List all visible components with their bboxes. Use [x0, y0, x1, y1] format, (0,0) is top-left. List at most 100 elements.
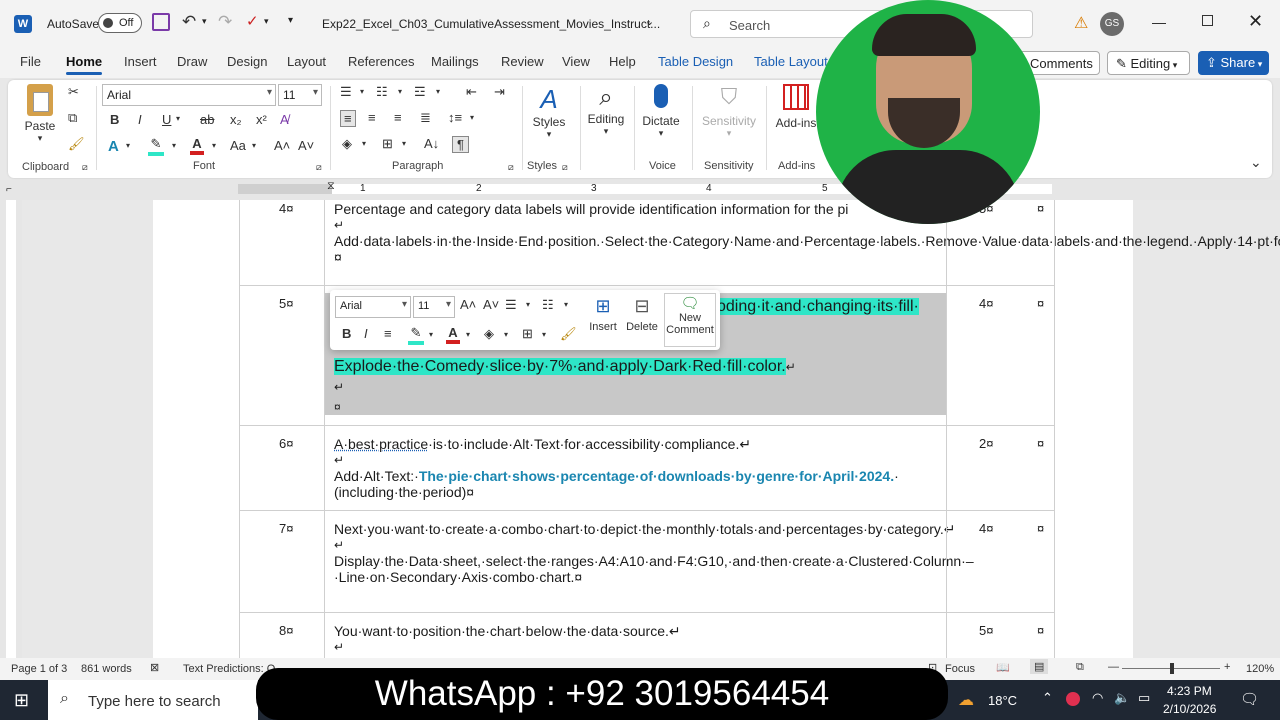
- autosave-toggle[interactable]: Off: [98, 13, 142, 33]
- font-color-icon[interactable]: A: [190, 136, 204, 155]
- step-text[interactable]: You·want·to·position·the·chart·below·the…: [334, 623, 944, 655]
- italic-icon[interactable]: I: [138, 112, 142, 127]
- minimize-icon[interactable]: —: [1152, 14, 1166, 30]
- clipboard-launcher-icon[interactable]: ⧄: [82, 162, 88, 173]
- align-left-icon[interactable]: ≡: [340, 110, 356, 127]
- new-comment-button[interactable]: 🗨 New Comment: [664, 293, 716, 347]
- paragraph-launcher-icon[interactable]: ⧄: [508, 162, 514, 173]
- clock-date[interactable]: 2/10/2026: [1163, 702, 1216, 716]
- grow-font-icon[interactable]: A˄: [460, 297, 476, 312]
- undo-dropdown-icon[interactable]: ▾: [202, 16, 207, 27]
- line-spacing-dropdown-icon[interactable]: ▾: [470, 113, 474, 122]
- sort-icon[interactable]: A↓: [424, 136, 439, 151]
- format-painter-icon[interactable]: 🖌: [68, 136, 85, 152]
- tab-table-design[interactable]: Table Design: [658, 54, 733, 69]
- delete-button[interactable]: ⊟ Delete: [624, 296, 660, 333]
- volume-icon[interactable]: 🔈: [1114, 690, 1130, 706]
- borders-icon[interactable]: ⊞: [522, 326, 533, 342]
- align-right-icon[interactable]: ≡: [394, 110, 402, 125]
- increase-indent-icon[interactable]: ⇥: [494, 84, 505, 100]
- text-effects-dropdown-icon[interactable]: ▾: [126, 141, 130, 150]
- restore-icon[interactable]: [1202, 15, 1213, 26]
- font-name-combo[interactable]: Arial ▾: [102, 84, 276, 106]
- tab-insert[interactable]: Insert: [124, 54, 157, 69]
- superscript-icon[interactable]: x²: [256, 112, 267, 127]
- web-layout-icon[interactable]: ⧉: [1076, 661, 1084, 674]
- tab-mailings[interactable]: Mailings: [431, 54, 479, 69]
- focus-button[interactable]: Focus: [945, 663, 975, 675]
- taskbar-search-box[interactable]: ⌕ Type here to search: [48, 680, 258, 720]
- tab-file[interactable]: File: [20, 54, 41, 69]
- change-case-icon[interactable]: Aa: [230, 138, 246, 153]
- decrease-indent-icon[interactable]: ⇤: [466, 84, 477, 100]
- font-size-combo[interactable]: 11 ▾: [278, 84, 322, 106]
- insert-button[interactable]: ⊞ Insert: [586, 296, 620, 333]
- proofing-icon[interactable]: ⊠: [150, 661, 159, 674]
- tab-references[interactable]: References: [348, 54, 414, 69]
- highlight-icon[interactable]: ✎: [408, 325, 424, 345]
- styles-button[interactable]: A Styles ▾: [530, 84, 568, 140]
- copy-icon[interactable]: ⧉: [68, 110, 77, 126]
- tab-design[interactable]: Design: [227, 54, 267, 69]
- shading-dropdown-icon[interactable]: ▾: [504, 330, 508, 339]
- zoom-slider[interactable]: [1122, 663, 1220, 674]
- paste-button[interactable]: Paste ▾: [24, 84, 56, 144]
- multilevel-dropdown-icon[interactable]: ▾: [436, 87, 440, 96]
- show-formatting-icon[interactable]: ¶: [452, 136, 469, 153]
- font-color-dropdown-icon[interactable]: ▾: [466, 330, 470, 339]
- share-button[interactable]: ⇪ Share ▾: [1198, 51, 1269, 75]
- step-text[interactable]: A·best·practice·is·to·include·Alt·Text·f…: [334, 436, 944, 500]
- styles-launcher-icon[interactable]: ⧄: [562, 162, 568, 173]
- tab-view[interactable]: View: [562, 54, 590, 69]
- vertical-ruler[interactable]: [0, 200, 22, 658]
- shrink-font-icon[interactable]: A˅: [298, 138, 314, 153]
- align-center-icon[interactable]: ≡: [368, 110, 376, 125]
- strikethrough-icon[interactable]: ab: [200, 112, 214, 127]
- show-hidden-icons-icon[interactable]: ⌃: [1042, 690, 1053, 706]
- page-count[interactable]: Page 1 of 3: [11, 663, 67, 675]
- mini-font-combo[interactable]: Arial ▾: [335, 296, 411, 318]
- change-case-dropdown-icon[interactable]: ▾: [252, 141, 256, 150]
- tab-layout[interactable]: Layout: [287, 54, 326, 69]
- weather-icon[interactable]: ☁: [958, 690, 974, 710]
- read-mode-icon[interactable]: 📖: [996, 661, 1010, 674]
- windows-start-icon[interactable]: ⊞: [14, 690, 29, 711]
- numbering-dropdown-icon[interactable]: ▾: [564, 300, 568, 309]
- font-color-icon[interactable]: A: [446, 325, 460, 344]
- multilevel-list-icon[interactable]: ☲: [414, 84, 426, 100]
- numbering-icon[interactable]: ☷: [542, 297, 554, 313]
- tab-help[interactable]: Help: [609, 54, 636, 69]
- bold-icon[interactable]: B: [110, 112, 119, 127]
- notifications-icon[interactable]: 🗨: [1240, 690, 1259, 708]
- font-color-dropdown-icon[interactable]: ▾: [212, 141, 216, 150]
- tab-selector-icon[interactable]: ⌐: [6, 184, 12, 195]
- warning-icon[interactable]: ⚠: [1074, 13, 1088, 33]
- italic-icon[interactable]: I: [364, 326, 368, 341]
- network-icon[interactable]: ◠: [1092, 690, 1103, 706]
- save-icon[interactable]: [152, 13, 170, 31]
- title-chevron-icon[interactable]: ⌄: [645, 15, 654, 28]
- customize-qat-icon[interactable]: ▾: [288, 15, 293, 26]
- document-area[interactable]: 4¤ 5¤ ¤ Percentage and category data lab…: [22, 200, 1280, 658]
- editing-mode-button[interactable]: ✎ Editing ▾: [1107, 51, 1190, 75]
- center-icon[interactable]: ≡: [384, 326, 392, 341]
- zoom-in-icon[interactable]: +: [1224, 661, 1230, 673]
- battery-icon[interactable]: ▭: [1138, 690, 1150, 706]
- tab-table-layout[interactable]: Table Layout: [754, 54, 828, 69]
- zoom-thumb[interactable]: [1170, 663, 1174, 674]
- text-predictions[interactable]: Text Predictions: O: [183, 663, 275, 675]
- word-count[interactable]: 861 words: [81, 663, 132, 675]
- horizontal-ruler[interactable]: ⌐ ⧖ 1 2 3 4 5: [0, 180, 1280, 200]
- bullets-dropdown-icon[interactable]: ▾: [360, 87, 364, 96]
- avatar[interactable]: GS: [1100, 12, 1124, 36]
- tab-draw[interactable]: Draw: [177, 54, 207, 69]
- shading-icon[interactable]: ◈: [342, 136, 352, 152]
- line-spacing-icon[interactable]: ↕≡: [448, 110, 462, 125]
- bullets-icon[interactable]: ☰: [340, 84, 352, 100]
- grow-font-icon[interactable]: A˄: [274, 138, 290, 153]
- highlight-dropdown-icon[interactable]: ▾: [429, 330, 433, 339]
- font-launcher-icon[interactable]: ⧄: [316, 162, 322, 173]
- borders-dropdown-icon[interactable]: ▾: [402, 139, 406, 148]
- shrink-font-icon[interactable]: A˅: [483, 297, 499, 312]
- cut-icon[interactable]: ✂: [68, 84, 79, 100]
